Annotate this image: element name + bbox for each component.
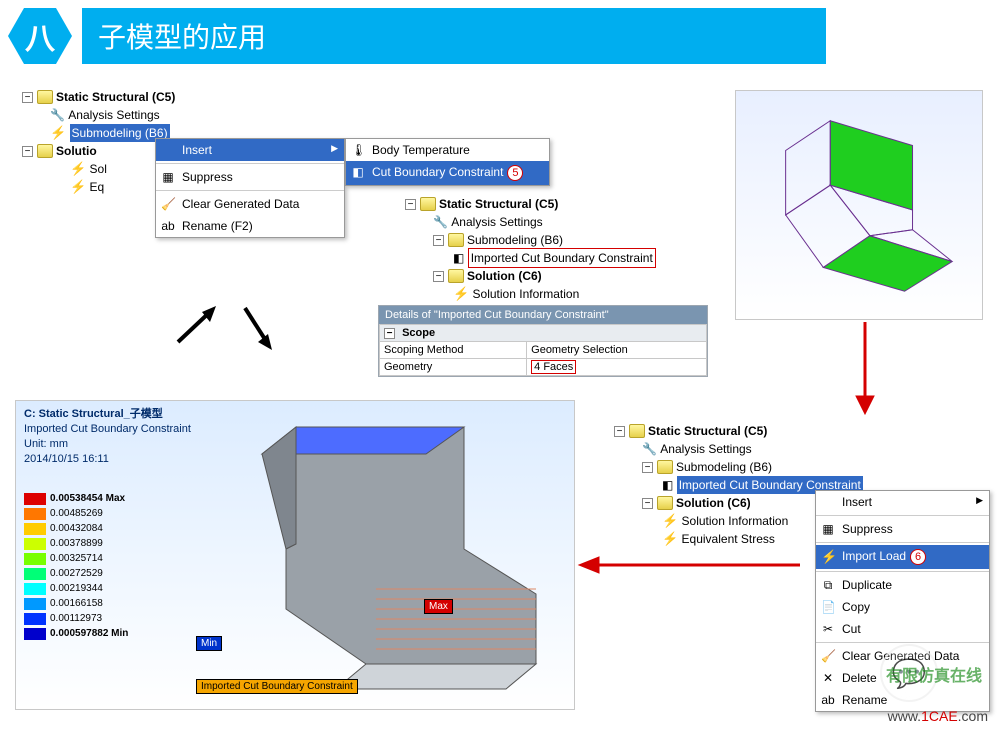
collapse-icon[interactable]: − bbox=[642, 498, 653, 509]
tree-node[interactable]: Solution (C6) bbox=[467, 267, 542, 285]
menu-insert[interactable]: Insert bbox=[156, 139, 344, 161]
prop-label: Geometry bbox=[380, 359, 527, 376]
tree-static-structural-2[interactable]: − Static Structural (C5) 🔧 Analysis Setti… bbox=[405, 195, 656, 303]
suppress-icon: ▦ bbox=[161, 170, 175, 184]
collapse-icon[interactable]: − bbox=[405, 199, 416, 210]
menu-rename[interactable]: abRename (F2) bbox=[156, 215, 344, 237]
submenu-insert[interactable]: 🌡Body Temperature ◧Cut Boundary Constrai… bbox=[345, 138, 550, 186]
page-title: 子模型的应用 bbox=[82, 8, 826, 64]
tree-node-highlighted[interactable]: Imported Cut Boundary Constraint bbox=[468, 248, 656, 268]
folder-icon bbox=[657, 496, 673, 510]
folder-icon bbox=[420, 197, 436, 211]
settings-icon: 🔧 bbox=[50, 106, 65, 124]
tree-node[interactable]: Sol bbox=[90, 160, 107, 178]
max-tag: Max bbox=[424, 599, 453, 614]
duplicate-icon: ⧉ bbox=[821, 578, 835, 593]
prop-value[interactable]: Geometry Selection bbox=[527, 342, 707, 359]
bolt-icon: ⚡ bbox=[70, 160, 86, 178]
folder-icon bbox=[37, 144, 53, 158]
watermark-url: www.1CAE.com bbox=[888, 708, 988, 724]
temperature-icon: 🌡 bbox=[351, 143, 365, 157]
result-viewport[interactable]: C: Static Structural_子模型 Imported Cut Bo… bbox=[15, 400, 575, 710]
tree-node[interactable]: Static Structural (C5) bbox=[648, 422, 767, 440]
menu-insert[interactable]: Insert bbox=[816, 491, 989, 513]
group-label: Scope bbox=[402, 327, 435, 339]
tree-node[interactable]: Analysis Settings bbox=[68, 106, 159, 124]
tree-node[interactable]: Static Structural (C5) bbox=[56, 88, 175, 106]
menu-copy[interactable]: 📄Copy bbox=[816, 596, 989, 618]
clear-icon: 🧹 bbox=[821, 649, 835, 663]
step-number-6: 6 bbox=[910, 549, 926, 565]
imported-constraint-tag: Imported Cut Boundary Constraint bbox=[196, 679, 358, 694]
menu-duplicate[interactable]: ⧉Duplicate bbox=[816, 574, 989, 596]
folder-icon bbox=[37, 90, 53, 104]
folder-icon bbox=[448, 233, 464, 247]
bolt-icon: ⚡ bbox=[453, 285, 469, 303]
bolt-icon: ⚡ bbox=[50, 124, 66, 142]
tree-static-structural-1[interactable]: − Static Structural (C5) 🔧 Analysis Setti… bbox=[22, 88, 175, 196]
collapse-icon[interactable]: − bbox=[384, 328, 395, 339]
collapse-icon[interactable]: − bbox=[22, 92, 33, 103]
tree-node[interactable]: Solution Information bbox=[682, 512, 789, 530]
tree-node[interactable]: Solution (C6) bbox=[676, 494, 751, 512]
section-badge: 八 bbox=[8, 8, 72, 64]
tree-node[interactable]: Solutio bbox=[56, 142, 97, 160]
collapse-icon[interactable]: − bbox=[433, 235, 444, 246]
menu-import-load[interactable]: ⚡Import Load6 bbox=[816, 545, 989, 569]
menu-body-temperature[interactable]: 🌡Body Temperature bbox=[346, 139, 549, 161]
menu-cut[interactable]: ✂Cut bbox=[816, 618, 989, 640]
tree-node[interactable]: Eq bbox=[90, 178, 105, 196]
bolt-icon: ⚡ bbox=[70, 178, 86, 196]
suppress-icon: ▦ bbox=[821, 522, 835, 536]
tree-node[interactable]: Submodeling (B6) bbox=[676, 458, 772, 476]
prop-label: Scoping Method bbox=[380, 342, 527, 359]
rename-icon: ab bbox=[821, 693, 835, 707]
details-header: Details of "Imported Cut Boundary Constr… bbox=[379, 306, 707, 324]
bolt-icon: ⚡ bbox=[821, 549, 835, 565]
bolt-icon: ⚡ bbox=[662, 530, 678, 548]
watermark-text: 有限仿真在线 bbox=[886, 662, 982, 686]
menu-cut-boundary[interactable]: ◧Cut Boundary Constraint5 bbox=[346, 161, 549, 185]
geometry-viewport[interactable] bbox=[735, 90, 983, 320]
collapse-icon[interactable]: − bbox=[614, 426, 625, 437]
tree-node[interactable]: Static Structural (C5) bbox=[439, 195, 558, 213]
step-number-5: 5 bbox=[507, 165, 523, 181]
tree-node[interactable]: Analysis Settings bbox=[451, 213, 542, 231]
folder-icon bbox=[629, 424, 645, 438]
folder-icon bbox=[448, 269, 464, 283]
menu-suppress[interactable]: ▦Suppress bbox=[816, 518, 989, 540]
color-legend: 0.00538454 Max0.004852690.004320840.0037… bbox=[24, 491, 128, 641]
settings-icon: 🔧 bbox=[433, 213, 448, 231]
cube-icon: ◧ bbox=[351, 165, 365, 179]
rename-icon: ab bbox=[161, 219, 175, 233]
collapse-icon[interactable]: − bbox=[642, 462, 653, 473]
min-tag: Min bbox=[196, 636, 222, 651]
menu-suppress[interactable]: ▦Suppress bbox=[156, 166, 344, 188]
collapse-icon[interactable]: − bbox=[22, 146, 33, 157]
tree-node[interactable]: Solution Information bbox=[473, 285, 580, 303]
cube-icon: ◧ bbox=[662, 476, 673, 494]
cut-icon: ✂ bbox=[821, 622, 835, 636]
details-panel: Details of "Imported Cut Boundary Constr… bbox=[378, 305, 708, 377]
settings-icon: 🔧 bbox=[642, 440, 657, 458]
tree-node[interactable]: Equivalent Stress bbox=[682, 530, 775, 548]
context-menu-submodeling[interactable]: Insert ▦Suppress 🧹Clear Generated Data a… bbox=[155, 138, 345, 238]
clear-icon: 🧹 bbox=[161, 197, 175, 211]
collapse-icon[interactable]: − bbox=[433, 271, 444, 282]
folder-icon bbox=[657, 460, 673, 474]
prop-value-highlighted[interactable]: 4 Faces bbox=[531, 360, 576, 374]
copy-icon: 📄 bbox=[821, 600, 835, 614]
tree-node[interactable]: Submodeling (B6) bbox=[467, 231, 563, 249]
tree-node[interactable]: Analysis Settings bbox=[660, 440, 751, 458]
delete-icon: ✕ bbox=[821, 671, 835, 685]
menu-clear-data[interactable]: 🧹Clear Generated Data bbox=[156, 193, 344, 215]
bolt-icon: ⚡ bbox=[662, 512, 678, 530]
cube-icon: ◧ bbox=[453, 249, 464, 267]
